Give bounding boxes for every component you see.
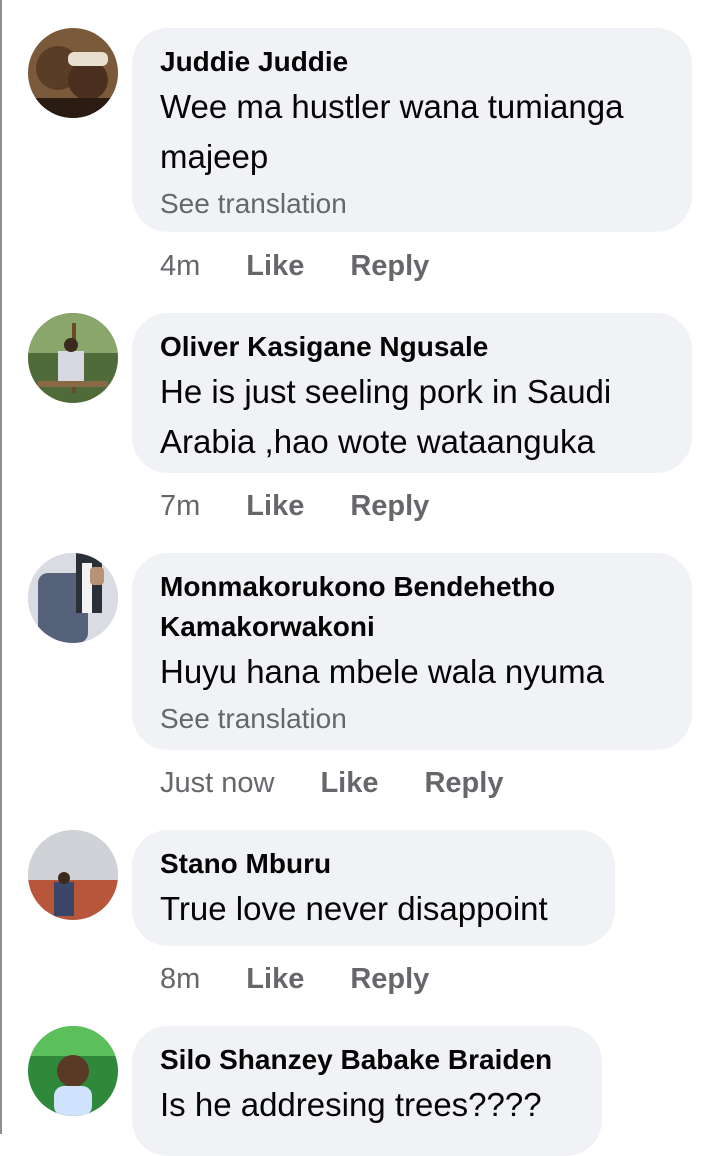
comment-bubble[interactable]: Silo Shanzey Babake Braiden Is he addres…: [132, 1026, 602, 1156]
avatar[interactable]: [28, 553, 118, 643]
reply-button[interactable]: Reply: [350, 246, 429, 286]
comment-text: Is he addresing trees????: [160, 1086, 542, 1123]
avatar[interactable]: [28, 1026, 118, 1116]
comment-author[interactable]: Oliver Kasigane Ngusale: [160, 327, 664, 367]
comment-author[interactable]: Silo Shanzey Babake Braiden: [160, 1040, 574, 1080]
comment-text: Wee ma hustler wana tumianga majeep: [160, 88, 624, 175]
comment-actions: 8m Like Reply: [160, 959, 429, 999]
comment-timestamp: Just now: [160, 767, 275, 799]
comment-text: He is just seeling pork in Saudi Arabia …: [160, 373, 612, 460]
reply-button[interactable]: Reply: [424, 763, 503, 803]
comment-author[interactable]: Monmakorukono Bendehetho Kamakorwakoni: [160, 567, 664, 647]
left-edge-divider: [0, 0, 2, 1134]
comment-bubble[interactable]: Stano Mburu True love never disappoint: [132, 830, 615, 946]
comment-timestamp: 7m: [160, 490, 201, 522]
like-button[interactable]: Like: [246, 959, 304, 999]
comment-actions: Just now Like Reply: [160, 763, 503, 803]
comment-actions: 7m Like Reply: [160, 486, 429, 526]
reply-button[interactable]: Reply: [350, 959, 429, 999]
avatar[interactable]: [28, 28, 118, 118]
comment-bubble[interactable]: Juddie Juddie Wee ma hustler wana tumian…: [132, 28, 692, 232]
comment-actions: 4m Like Reply: [160, 246, 429, 286]
comment-text: True love never disappoint: [160, 890, 548, 927]
see-translation-link[interactable]: See translation: [160, 186, 664, 222]
comment-bubble[interactable]: Oliver Kasigane Ngusale He is just seeli…: [132, 313, 692, 473]
comment-author[interactable]: Stano Mburu: [160, 844, 587, 884]
avatar[interactable]: [28, 830, 118, 920]
reply-button[interactable]: Reply: [350, 486, 429, 526]
see-translation-link[interactable]: See translation: [160, 701, 664, 737]
comment-timestamp: 4m: [160, 250, 201, 282]
like-button[interactable]: Like: [246, 246, 304, 286]
comment-author[interactable]: Juddie Juddie: [160, 42, 664, 82]
like-button[interactable]: Like: [246, 486, 304, 526]
avatar[interactable]: [28, 313, 118, 403]
comment-bubble[interactable]: Monmakorukono Bendehetho Kamakorwakoni H…: [132, 553, 692, 750]
like-button[interactable]: Like: [320, 763, 378, 803]
comment-timestamp: 8m: [160, 963, 201, 995]
comment-text: Huyu hana mbele wala nyuma: [160, 653, 604, 690]
